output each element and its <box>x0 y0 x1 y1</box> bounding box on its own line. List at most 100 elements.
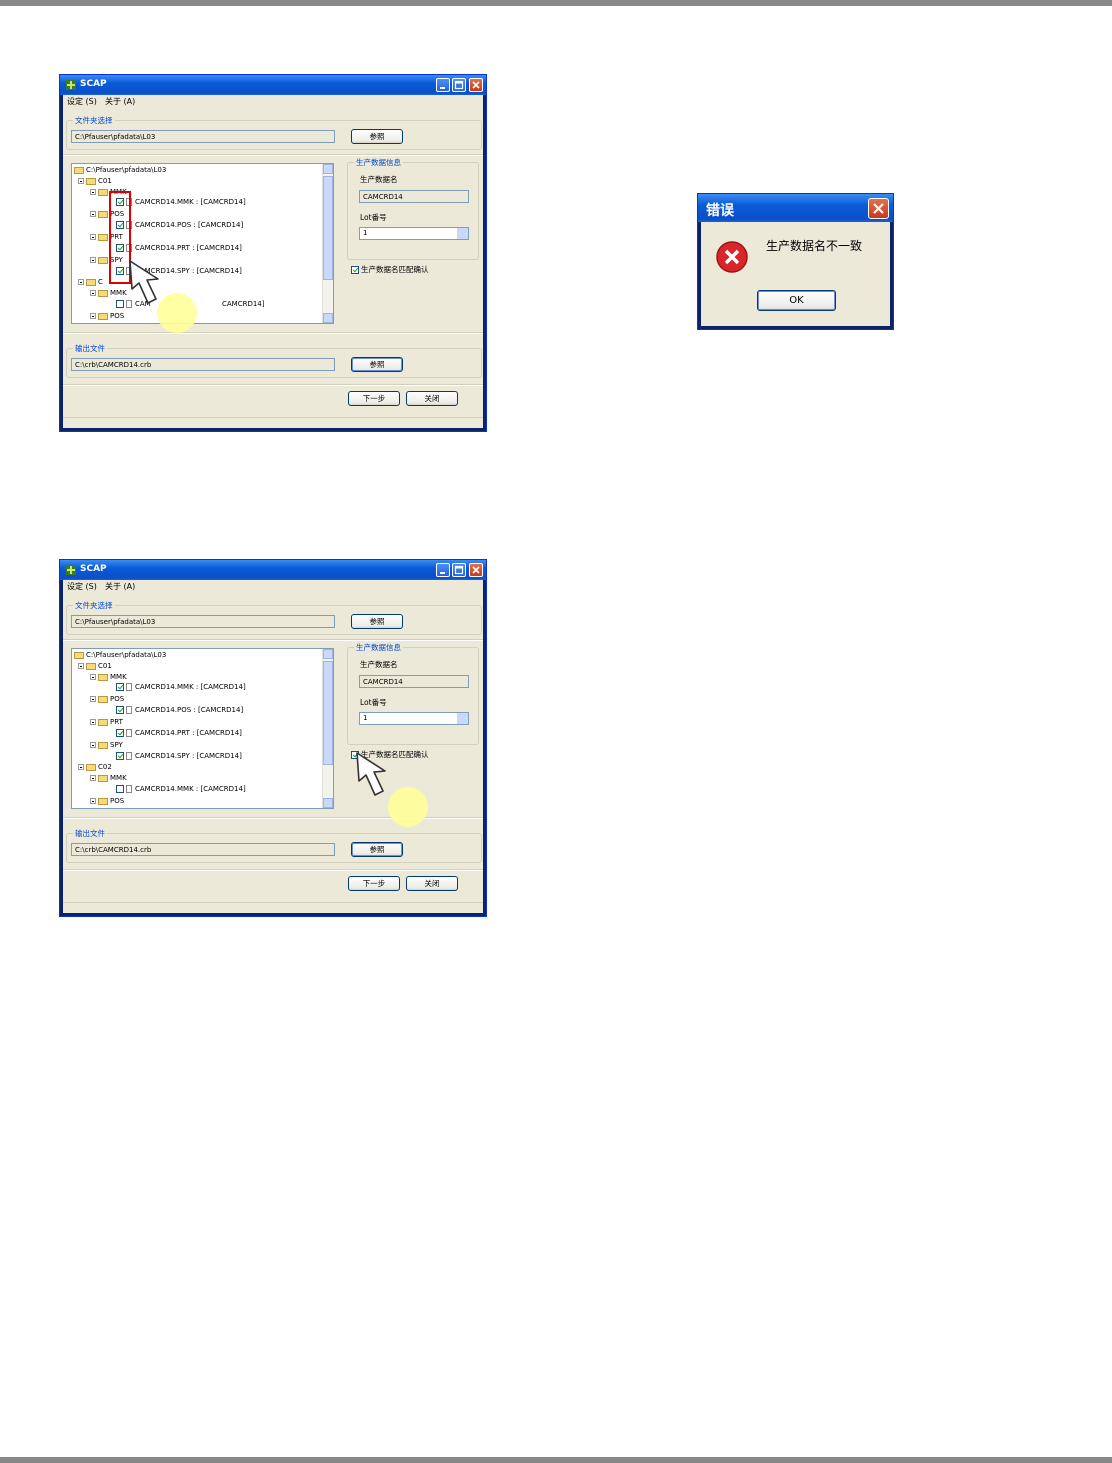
title-bar[interactable]: SCAP <box>60 560 486 580</box>
tree-node-c01[interactable]: C01 <box>78 177 112 186</box>
file-checkbox[interactable] <box>116 683 124 691</box>
file-checkbox[interactable] <box>116 706 124 714</box>
dialog-title: 错误 <box>706 203 734 219</box>
dialog-close-button[interactable] <box>868 198 889 219</box>
tree-node-pos-2[interactable]: POS <box>90 797 124 806</box>
scroll-up-arrow-icon[interactable] <box>323 649 333 659</box>
production-name-field[interactable]: CAMCRD14 <box>359 675 469 688</box>
tree-node-c02[interactable]: C02 <box>78 763 112 772</box>
production-name-field[interactable]: CAMCRD14 <box>359 190 469 203</box>
folder-icon <box>98 256 108 264</box>
production-info-group: 生产数据信息 生产数据名 CAMCRD14 Lot番号 1 <box>347 157 479 260</box>
tree-file-prt[interactable]: CAMCRD14.PRT : [CAMCRD14] <box>116 244 242 253</box>
file-checkbox[interactable] <box>116 752 124 760</box>
menu-settings[interactable]: 设定 (S) <box>67 581 97 592</box>
collapse-icon <box>78 663 84 669</box>
tree-file-mmk[interactable]: CAMCRD14.MMK : [CAMCRD14] <box>116 683 246 692</box>
maximize-button[interactable] <box>452 563 466 577</box>
folder-icon <box>98 312 108 320</box>
scroll-down-arrow-icon[interactable] <box>323 798 333 808</box>
folder-icon <box>98 695 108 703</box>
collapse-icon <box>90 234 96 240</box>
dialog-client: 生产数据名不一致 OK <box>701 222 890 326</box>
tree-file-pos[interactable]: CAMCRD14.POS : [CAMCRD14] <box>116 221 243 230</box>
scap-window-2: SCAP 设定 (S) 关于 (A) 文件夹选择 C:\Pfauser\pfad… <box>59 559 487 917</box>
divider <box>63 869 483 871</box>
tree-file-pos[interactable]: CAMCRD14.POS : [CAMCRD14] <box>116 706 243 715</box>
confirm-checkbox[interactable] <box>351 266 359 274</box>
folder-icon <box>98 210 108 218</box>
folder-icon <box>86 278 96 286</box>
file-checkbox[interactable] <box>116 785 124 793</box>
tree-file-spy[interactable]: CAMCRD14.SPY : [CAMCRD14] <box>116 752 242 761</box>
output-browse-button[interactable]: 参照 <box>351 842 403 857</box>
dialog-title-bar[interactable]: 错误 <box>698 194 893 222</box>
folder-browse-button[interactable]: 参照 <box>351 129 403 144</box>
tree-node-spy[interactable]: SPY <box>90 741 123 750</box>
app-icon <box>66 565 76 575</box>
file-checkbox[interactable] <box>116 300 124 308</box>
status-bar <box>63 902 483 913</box>
window-title: SCAP <box>80 79 107 89</box>
folder-icon <box>98 673 108 681</box>
menu-about[interactable]: 关于 (A) <box>105 581 135 592</box>
folder-icon <box>74 166 84 174</box>
tree-node-mmk-2[interactable]: MMK <box>90 289 127 298</box>
tree-node-pos[interactable]: POS <box>90 695 124 704</box>
folder-group-title: 文件夹选择 <box>73 600 115 611</box>
tree-node-c01[interactable]: C01 <box>78 662 112 671</box>
scroll-up-arrow-icon[interactable] <box>323 164 333 174</box>
folder-path-field[interactable]: C:\Pfauser\pfadata\L03 <box>71 130 335 143</box>
minimize-button[interactable] <box>436 563 450 577</box>
tree-file-mmk[interactable]: CAMCRD14.MMK : [CAMCRD14] <box>116 198 246 207</box>
pointer-arrow-icon <box>129 260 159 304</box>
output-browse-button[interactable]: 参照 <box>351 357 403 372</box>
output-path-field[interactable]: C:\crb\CAMCRD14.crb <box>71 358 335 371</box>
collapse-icon <box>90 211 96 217</box>
scroll-thumb[interactable] <box>323 661 333 765</box>
divider <box>63 154 483 156</box>
output-group: 输出文件 C:\crb\CAMCRD14.crb 参照 <box>66 343 482 378</box>
file-checkbox[interactable] <box>116 729 124 737</box>
window-title: SCAP <box>80 564 107 574</box>
output-path-field[interactable]: C:\crb\CAMCRD14.crb <box>71 843 335 856</box>
scroll-down-arrow-icon[interactable] <box>323 313 333 323</box>
tree-file-mmk-2[interactable]: CAMCRD14.MMK : [CAMCRD14] <box>116 785 246 794</box>
tree-root[interactable]: C:\Pfauser\pfadata\L03 <box>74 166 166 175</box>
menu-about[interactable]: 关于 (A) <box>105 96 135 107</box>
production-info-title: 生产数据信息 <box>354 642 403 653</box>
folder-icon <box>86 177 96 185</box>
next-button[interactable]: 下一步 <box>348 391 400 406</box>
tree-node-c02[interactable]: C <box>78 278 103 287</box>
maximize-button[interactable] <box>452 78 466 92</box>
tree-node-mmk-2[interactable]: MMK <box>90 774 127 783</box>
close-window-button[interactable] <box>469 78 483 92</box>
collapse-icon <box>90 742 96 748</box>
folder-icon <box>98 774 108 782</box>
title-bar[interactable]: SCAP <box>60 75 486 95</box>
close-button[interactable]: 关闭 <box>406 391 458 406</box>
menu-settings[interactable]: 设定 (S) <box>67 96 97 107</box>
minimize-button[interactable] <box>436 78 450 92</box>
file-tree[interactable]: C:\Pfauser\pfadata\L03 C01 MMK CAMCRD14.… <box>71 648 334 809</box>
tree-scrollbar[interactable] <box>322 164 333 323</box>
scroll-thumb[interactable] <box>323 176 333 280</box>
confirm-checkbox-row[interactable]: 生产数据名匹配确认 <box>351 264 429 275</box>
lot-select[interactable]: 1 <box>359 712 469 725</box>
next-button[interactable]: 下一步 <box>348 876 400 891</box>
tree-root[interactable]: C:\Pfauser\pfadata\L03 <box>74 651 166 660</box>
tree-file-prt[interactable]: CAMCRD14.PRT : [CAMCRD14] <box>116 729 242 738</box>
folder-browse-button[interactable]: 参照 <box>351 614 403 629</box>
menu-bar: 设定 (S) 关于 (A) <box>63 580 483 592</box>
pointer-arrow-icon <box>356 752 386 796</box>
ok-button[interactable]: OK <box>757 290 836 311</box>
collapse-icon <box>90 674 96 680</box>
lot-select[interactable]: 1 <box>359 227 469 240</box>
tree-scrollbar[interactable] <box>322 649 333 808</box>
close-window-button[interactable] <box>469 563 483 577</box>
tree-node-pos-2[interactable]: POS <box>90 312 124 321</box>
tree-node-mmk[interactable]: MMK <box>90 673 127 682</box>
folder-path-field[interactable]: C:\Pfauser\pfadata\L03 <box>71 615 335 628</box>
close-button[interactable]: 关闭 <box>406 876 458 891</box>
tree-node-prt[interactable]: PRT <box>90 718 123 727</box>
